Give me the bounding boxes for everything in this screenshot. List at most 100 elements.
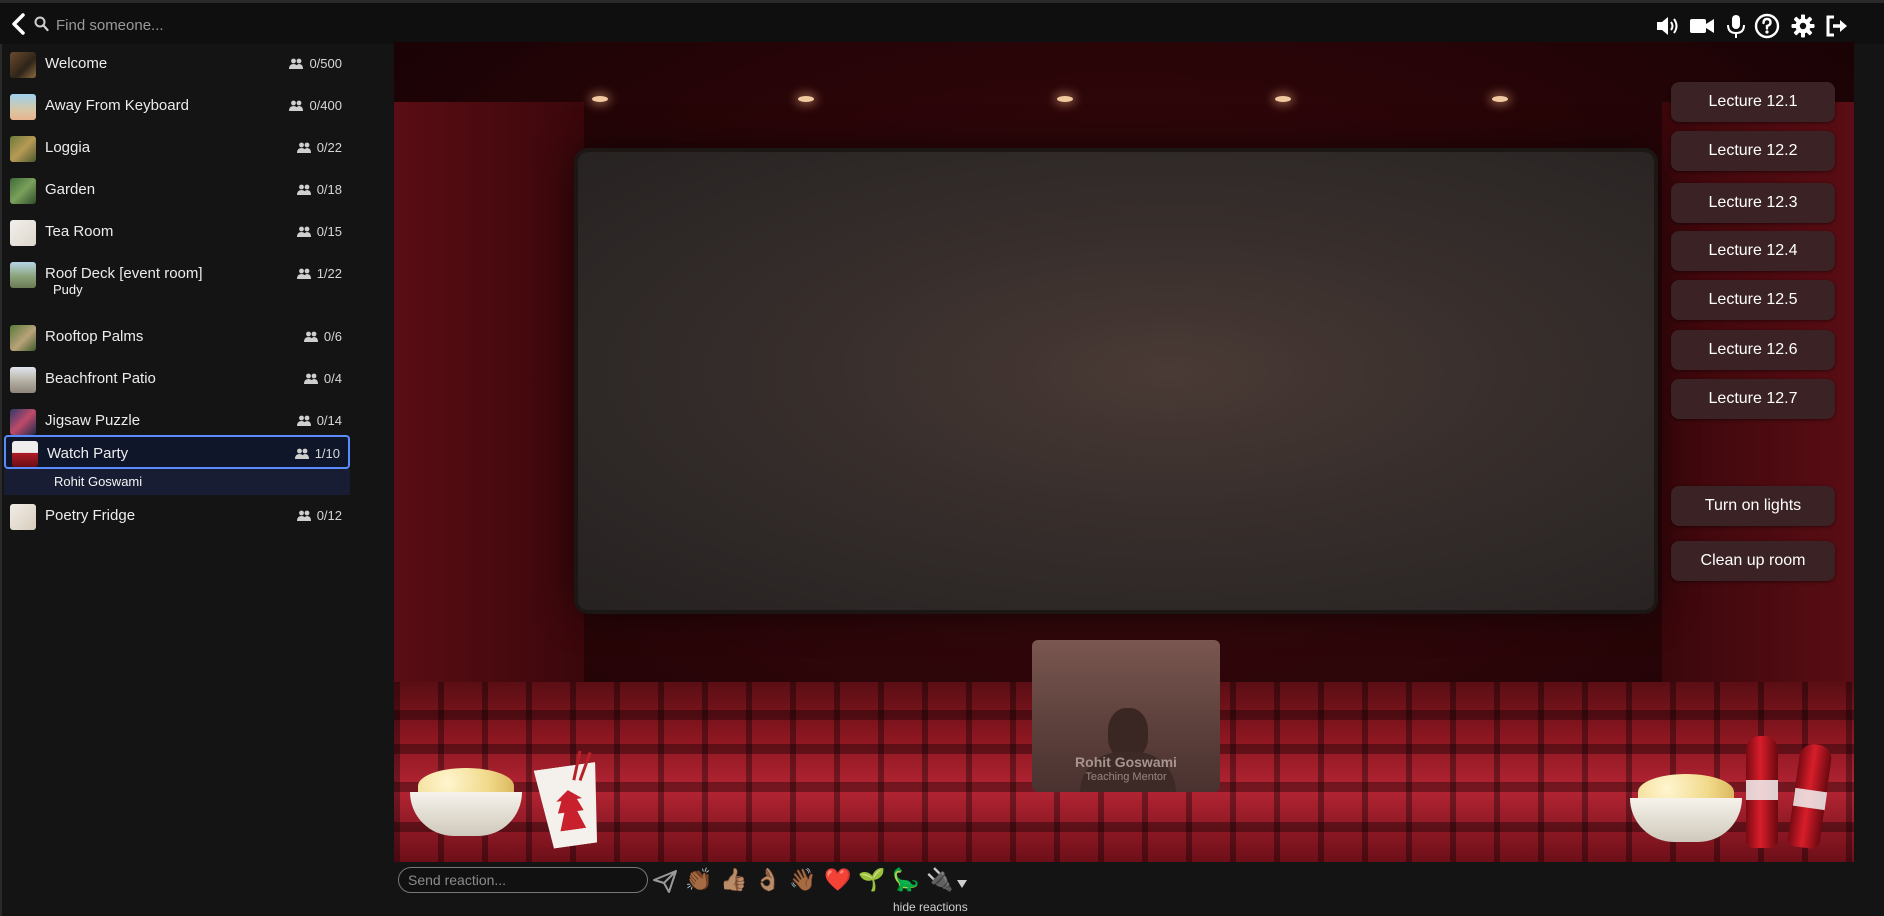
room-count-value: 0/6 xyxy=(323,329,342,344)
participant-video[interactable]: Rohit Goswami Teaching Mentor xyxy=(1032,640,1220,792)
room-name: Garden xyxy=(45,181,96,198)
people-icon xyxy=(294,448,309,459)
room-count: 0/18 xyxy=(296,182,342,197)
lecture-button-12-7[interactable]: Lecture 12.7 xyxy=(1671,379,1835,419)
takeout-box[interactable] xyxy=(528,748,610,851)
lecture-button-12-1[interactable]: Lecture 12.1 xyxy=(1671,82,1835,122)
seedling-emoji[interactable]: 🌱 xyxy=(858,866,886,894)
room-thumbnail xyxy=(10,367,36,393)
room-count: 0/500 xyxy=(289,56,342,71)
lecture-button-12-3[interactable]: Lecture 12.3 xyxy=(1671,183,1835,223)
lecture-button-12-5[interactable]: Lecture 12.5 xyxy=(1671,280,1835,320)
room-item-loggia[interactable]: Loggia 0/22 xyxy=(4,128,350,168)
participant-head xyxy=(1108,708,1148,758)
popcorn-bowl-right[interactable] xyxy=(1630,774,1742,842)
ceiling-light xyxy=(1275,96,1291,102)
expand-reactions-icon[interactable] xyxy=(956,876,968,888)
room-item-away-from-keyboard[interactable]: Away From Keyboard 0/400 xyxy=(4,86,350,126)
room-name: Jigsaw Puzzle xyxy=(45,412,141,429)
room-item-welcome[interactable]: Welcome 0/500 xyxy=(4,44,350,84)
people-icon xyxy=(296,226,311,237)
ceiling-light xyxy=(1492,96,1508,102)
ceiling-light xyxy=(1057,96,1073,102)
people-icon xyxy=(296,415,311,426)
microphone-icon[interactable] xyxy=(1722,13,1750,39)
room-item-beachfront-patio[interactable]: Beachfront Patio 0/4 xyxy=(4,359,350,399)
video-camera-icon[interactable] xyxy=(1688,13,1716,39)
room-count-value: 0/12 xyxy=(316,508,342,523)
room-thumbnail xyxy=(10,220,36,246)
lecture-button-12-4[interactable]: Lecture 12.4 xyxy=(1671,231,1835,271)
room-list: Welcome 0/500 Away From Keyboard 0/400 L… xyxy=(0,44,350,916)
people-icon xyxy=(296,268,311,279)
room-item-rooftop-palms[interactable]: Rooftop Palms 0/6 xyxy=(4,317,350,357)
room-count: 0/12 xyxy=(296,508,342,523)
people-icon xyxy=(296,184,311,195)
room-count-value: 1/10 xyxy=(314,446,340,461)
ok-hand-emoji[interactable]: 👌🏽 xyxy=(754,866,782,894)
room-thumbnail xyxy=(10,504,36,530)
lecture-button-12-6[interactable]: Lecture 12.6 xyxy=(1671,330,1835,370)
movie-screen xyxy=(578,152,1654,610)
people-icon xyxy=(289,58,304,69)
room-thumbnail xyxy=(10,178,36,204)
popcorn-bowl-left[interactable] xyxy=(410,768,522,836)
ceiling-light xyxy=(798,96,814,102)
top-bar xyxy=(0,0,1884,44)
room-name: Away From Keyboard xyxy=(45,97,189,114)
back-arrow-icon[interactable] xyxy=(8,10,30,38)
room-count: 0/22 xyxy=(296,140,342,155)
hide-reactions-link[interactable]: hide reactions xyxy=(893,900,968,914)
room-count-value: 0/400 xyxy=(309,98,342,113)
send-icon[interactable] xyxy=(652,868,678,894)
dinosaur-emoji[interactable]: 🦕 xyxy=(892,866,920,894)
room-name: Poetry Fridge xyxy=(45,507,136,524)
room-count-value: 0/4 xyxy=(323,371,342,386)
room-count: 0/6 xyxy=(303,329,342,344)
room-thumbnail xyxy=(12,441,38,467)
room-occupant[interactable]: Pudy xyxy=(53,282,83,297)
clap-emoji[interactable]: 👏🏾 xyxy=(685,866,713,894)
room-item-garden[interactable]: Garden 0/18 xyxy=(4,170,350,210)
room-name: Rooftop Palms xyxy=(45,328,144,345)
heart-emoji[interactable]: ❤️ xyxy=(824,866,852,894)
room-item-poetry-fridge[interactable]: Poetry Fridge 0/12 xyxy=(4,496,350,536)
people-icon xyxy=(303,331,318,342)
room-item-watch-party[interactable]: Watch Party 1/10 xyxy=(4,435,350,469)
search-box xyxy=(34,13,334,37)
people-icon xyxy=(303,373,318,384)
ceiling-light xyxy=(592,96,608,102)
clean-up-room-button[interactable]: Clean up room xyxy=(1671,541,1835,581)
plug-emoji[interactable]: 🔌 xyxy=(926,866,954,894)
room-count: 1/10 xyxy=(294,446,340,461)
gear-icon[interactable] xyxy=(1790,13,1818,39)
participant-name: Rohit Goswami xyxy=(1075,754,1177,770)
speaker-icon[interactable] xyxy=(1654,13,1682,39)
search-input[interactable] xyxy=(54,13,318,37)
room-thumbnail xyxy=(10,409,36,435)
watch-party-room: Lecture 12.1 Lecture 12.2 Lecture 12.3 L… xyxy=(394,42,1854,862)
wave-emoji[interactable]: 👋🏾 xyxy=(789,866,817,894)
thumbs-up-emoji[interactable]: 👍🏽 xyxy=(720,866,748,894)
room-thumbnail xyxy=(10,94,36,120)
room-name: Tea Room xyxy=(45,223,114,240)
soda-bottles[interactable] xyxy=(1740,736,1840,850)
room-count-value: 0/14 xyxy=(316,413,342,428)
people-icon xyxy=(289,100,304,111)
room-count: 0/14 xyxy=(296,413,342,428)
room-count-value: 0/22 xyxy=(316,140,342,155)
participant-role: Teaching Mentor xyxy=(1085,771,1167,783)
left-wall-panel xyxy=(394,102,584,722)
sign-out-icon[interactable] xyxy=(1824,13,1852,39)
lecture-button-12-2[interactable]: Lecture 12.2 xyxy=(1671,131,1835,171)
turn-on-lights-button[interactable]: Turn on lights xyxy=(1671,486,1835,526)
room-thumbnail xyxy=(10,136,36,162)
room-name: Loggia xyxy=(45,139,91,156)
room-count: 0/15 xyxy=(296,224,342,239)
room-count: 0/4 xyxy=(303,371,342,386)
room-occupant[interactable]: Rohit Goswami xyxy=(54,474,142,489)
help-icon[interactable] xyxy=(1754,13,1782,39)
reaction-input[interactable] xyxy=(398,867,648,893)
room-count: 1/22 xyxy=(296,266,342,281)
room-item-tea-room[interactable]: Tea Room 0/15 xyxy=(4,212,350,252)
